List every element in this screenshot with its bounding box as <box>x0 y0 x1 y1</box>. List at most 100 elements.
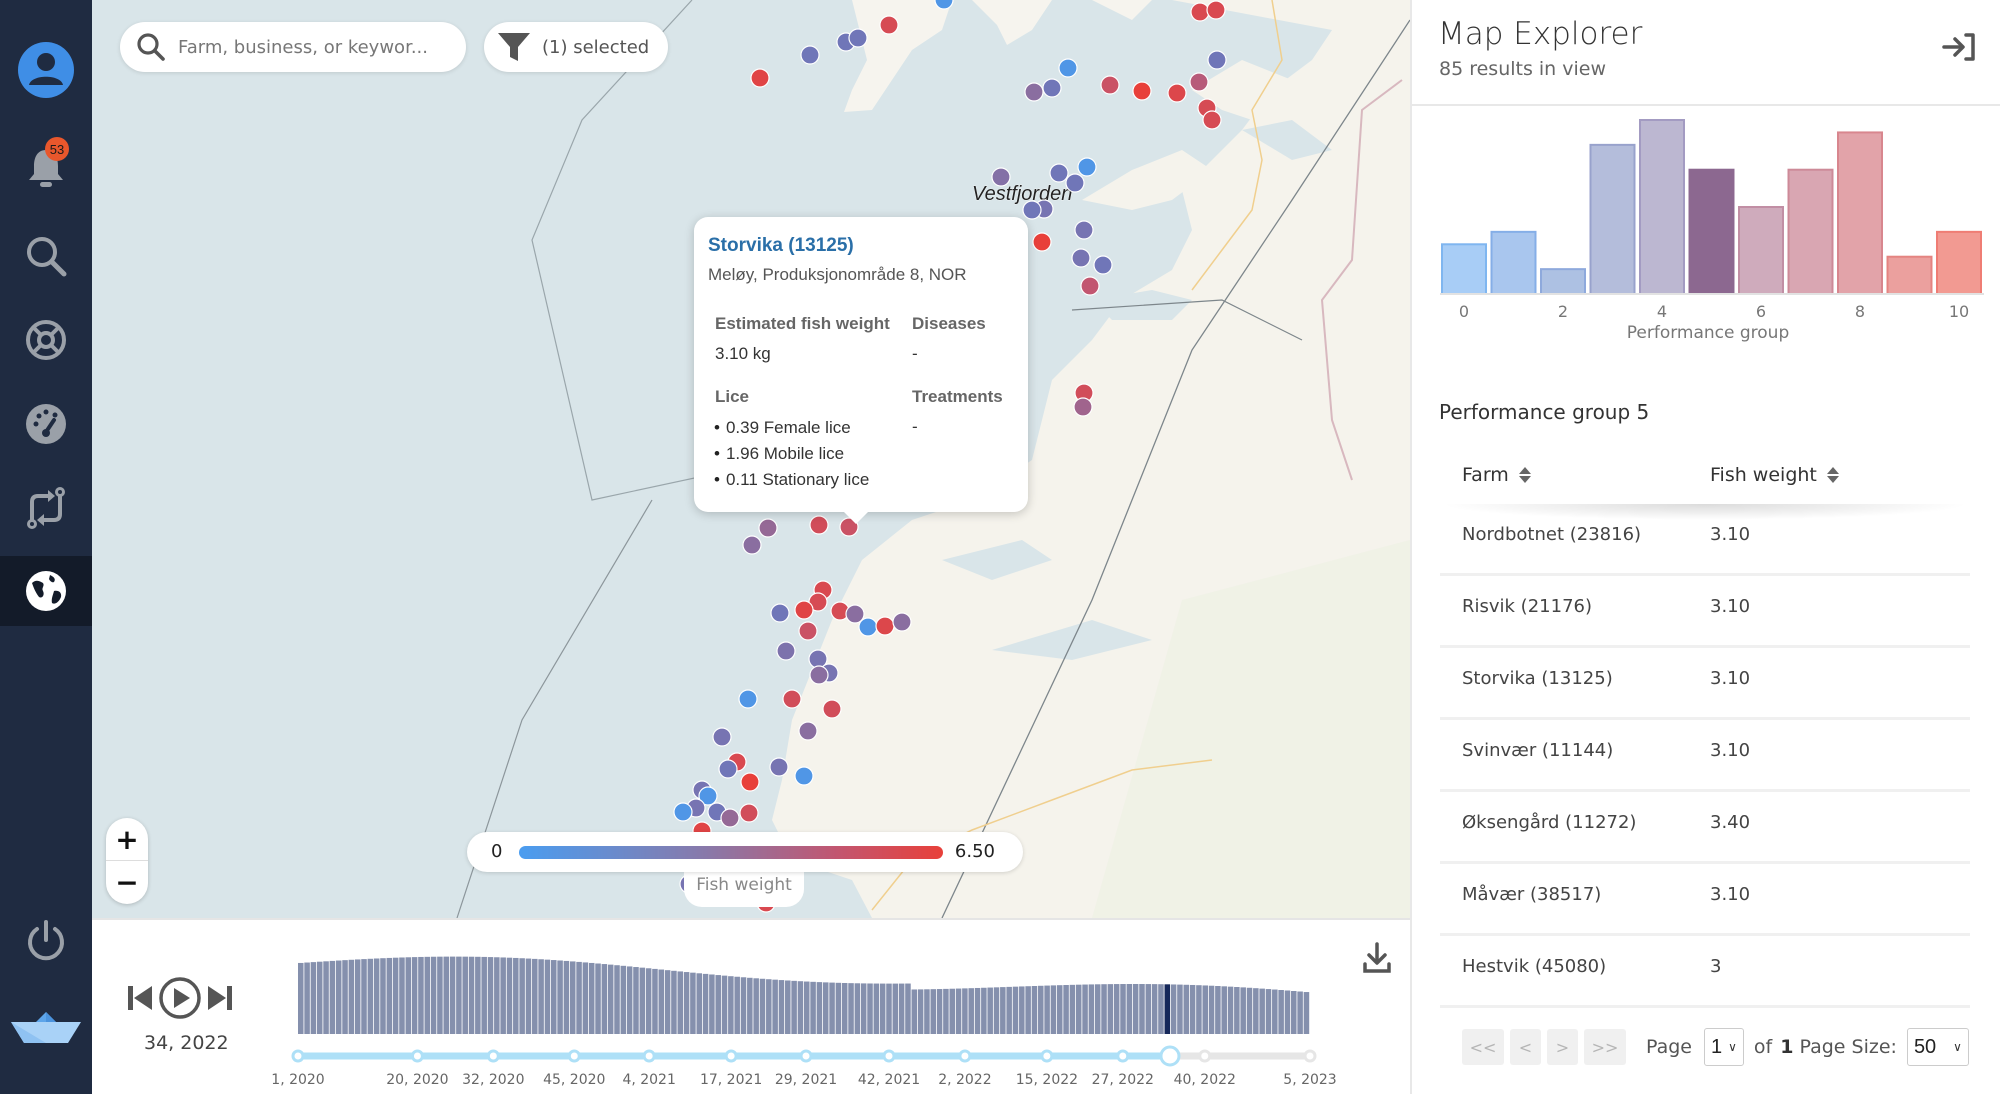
timeline-bar[interactable] <box>607 964 614 1034</box>
search-input[interactable] <box>178 36 438 58</box>
timeline-bar[interactable] <box>1050 985 1057 1034</box>
timeline-bar[interactable] <box>905 983 911 1034</box>
timeline-bar[interactable] <box>778 980 785 1034</box>
timeline-bar[interactable] <box>1113 984 1120 1034</box>
timeline-bar[interactable] <box>1012 986 1019 1034</box>
timeline-bar[interactable] <box>892 983 899 1034</box>
timeline-bar[interactable] <box>354 959 361 1034</box>
timeline-bar[interactable] <box>551 960 557 1034</box>
timeline-bar[interactable] <box>1069 984 1076 1034</box>
timeline-bar[interactable] <box>513 957 519 1034</box>
timeline-bar[interactable] <box>557 960 563 1034</box>
farm-marker[interactable] <box>794 766 814 786</box>
histogram-bar-0[interactable] <box>1441 243 1487 296</box>
timeline-bar[interactable] <box>310 962 317 1034</box>
timeline-bar[interactable] <box>822 982 829 1034</box>
timeline-bar[interactable] <box>418 956 424 1034</box>
farm-marker[interactable] <box>822 699 842 719</box>
timeline-bar[interactable] <box>1278 990 1284 1034</box>
timeline-bar[interactable] <box>974 987 981 1034</box>
timeline-bar[interactable] <box>1075 984 1082 1034</box>
farm-marker[interactable] <box>800 45 820 65</box>
timeline-bar[interactable] <box>500 957 506 1034</box>
table-row[interactable]: Øksengård (11272) 3.40 <box>1440 792 1970 864</box>
timeline-bar[interactable] <box>456 956 462 1034</box>
collapse-panel-icon[interactable] <box>1942 32 1976 62</box>
sidebar-item-flows[interactable] <box>0 466 92 550</box>
timeline-bar[interactable] <box>1164 984 1171 1034</box>
farm-marker[interactable] <box>809 515 829 535</box>
timeline-bar[interactable] <box>1082 984 1088 1034</box>
timeline-bar[interactable] <box>759 978 766 1034</box>
last-page-button[interactable]: >> <box>1584 1029 1626 1065</box>
farm-marker[interactable] <box>809 665 829 685</box>
timeline-bar[interactable] <box>1031 985 1038 1034</box>
timeline-bar[interactable] <box>342 960 348 1034</box>
histogram-bar-10[interactable] <box>1936 230 1982 295</box>
farm-marker[interactable] <box>750 68 770 88</box>
timeline-bar[interactable] <box>873 983 880 1034</box>
farm-marker[interactable] <box>673 802 693 822</box>
timeline-bar[interactable] <box>930 989 937 1034</box>
timeline-bar[interactable] <box>848 983 854 1034</box>
timeline-bar[interactable] <box>361 959 367 1034</box>
timeline-bar[interactable] <box>968 988 974 1034</box>
farm-marker[interactable] <box>1189 72 1209 92</box>
timeline-bar[interactable] <box>1221 986 1227 1034</box>
timeline-bar[interactable] <box>525 958 532 1034</box>
timeline-bar[interactable] <box>601 964 608 1034</box>
column-header-fish-weight[interactable]: Fish weight <box>1710 464 1839 486</box>
timeline-bar[interactable] <box>728 976 734 1034</box>
table-row[interactable]: Storvika (13125) 3.10 <box>1440 648 1970 720</box>
timeline-bar[interactable] <box>582 962 589 1034</box>
timeline-bar[interactable] <box>949 988 955 1034</box>
timeline-bar[interactable] <box>437 956 443 1034</box>
timeline-bar[interactable] <box>1259 988 1265 1034</box>
timeline-bar[interactable] <box>335 960 342 1034</box>
timeline-bar[interactable] <box>494 957 500 1034</box>
timeline-bar[interactable] <box>740 977 747 1034</box>
timeline-bar[interactable] <box>1019 986 1025 1034</box>
timeline-bar[interactable] <box>810 981 816 1034</box>
farm-marker[interactable] <box>1190 2 1210 22</box>
timeline-bar[interactable] <box>1265 989 1272 1034</box>
farm-marker[interactable] <box>1074 220 1094 240</box>
timeline-bar[interactable] <box>481 956 487 1034</box>
timeline-bar[interactable] <box>841 982 848 1034</box>
histogram-bar-2[interactable] <box>1540 268 1586 295</box>
timeline-bar[interactable] <box>1126 983 1133 1034</box>
timeline-bar[interactable] <box>316 961 323 1034</box>
table-row[interactable]: Risvik (21176) 3.10 <box>1440 576 1970 648</box>
farm-marker[interactable] <box>739 803 759 823</box>
timeline-bar[interactable] <box>816 982 823 1034</box>
histogram-bar-3[interactable] <box>1589 143 1636 295</box>
timeline-bar[interactable] <box>715 975 721 1034</box>
filter-button[interactable]: (1) selected <box>484 22 668 72</box>
timeline-bar[interactable] <box>506 957 513 1034</box>
timeline-bar[interactable] <box>633 967 639 1034</box>
zoom-out-button[interactable]: − <box>106 861 148 904</box>
farm-marker[interactable] <box>892 612 912 632</box>
timeline-bar[interactable] <box>329 960 336 1034</box>
timeline-bar[interactable] <box>1227 986 1234 1034</box>
timeline-bar[interactable] <box>1234 987 1240 1034</box>
timeline-bar[interactable] <box>677 971 684 1034</box>
farm-marker[interactable] <box>1132 81 1152 101</box>
timeline-bar[interactable] <box>854 983 861 1034</box>
timeline-bar[interactable] <box>981 987 987 1034</box>
first-page-button[interactable]: << <box>1462 1029 1504 1065</box>
timeline-bar[interactable] <box>1151 984 1158 1034</box>
page-size-select[interactable]: 50 ∨ <box>1906 1028 1969 1066</box>
timeline-bar[interactable] <box>860 983 867 1034</box>
timeline-bar[interactable] <box>671 970 677 1034</box>
timeline-bar[interactable] <box>626 966 633 1034</box>
timeline-bar[interactable] <box>955 988 962 1034</box>
timeline-bar[interactable] <box>690 972 696 1034</box>
farm-marker[interactable] <box>1024 82 1044 102</box>
histogram-bar-7[interactable] <box>1787 168 1834 295</box>
farm-marker[interactable] <box>770 603 790 623</box>
timeline-bar[interactable] <box>1120 984 1126 1034</box>
timeline-bar[interactable] <box>424 956 431 1034</box>
timeline-bar[interactable] <box>1215 986 1221 1034</box>
timeline-bar[interactable] <box>917 989 924 1034</box>
